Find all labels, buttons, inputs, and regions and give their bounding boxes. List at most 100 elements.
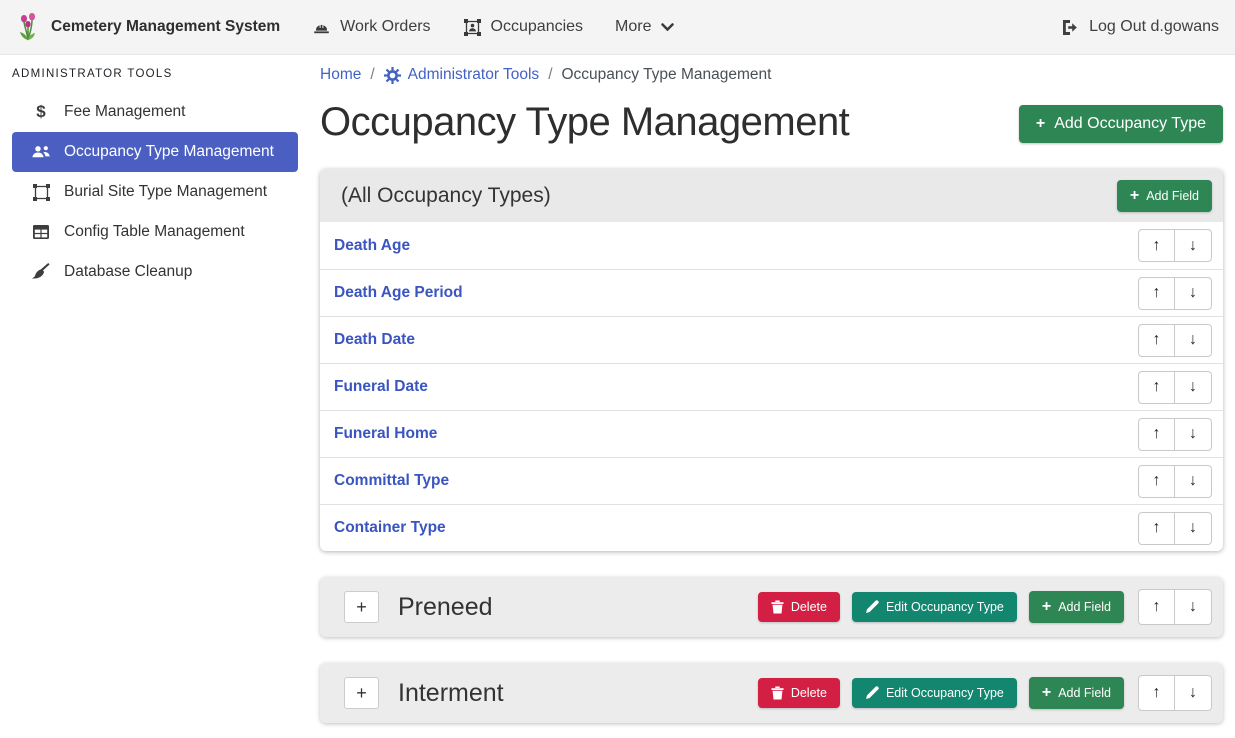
field-row: Funeral Date ↑ ↓ xyxy=(320,363,1223,410)
arrow-up-icon: ↑ xyxy=(1153,237,1161,255)
reorder-controls: ↑ ↓ xyxy=(1138,512,1212,545)
arrow-down-icon: ↓ xyxy=(1189,378,1197,396)
nav-item-work-orders[interactable]: Work Orders xyxy=(312,18,430,37)
main-content: Home / xyxy=(310,55,1235,738)
add-field-button-label: Add Field xyxy=(1058,600,1111,614)
delete-button[interactable]: Delete xyxy=(758,592,840,622)
move-up-button[interactable]: ↑ xyxy=(1138,589,1175,625)
move-down-button[interactable]: ↓ xyxy=(1175,418,1212,451)
move-up-button[interactable]: ↑ xyxy=(1138,512,1175,545)
expand-button[interactable]: + xyxy=(344,591,379,623)
field-row: Death Date ↑ ↓ xyxy=(320,316,1223,363)
field-link[interactable]: Funeral Home xyxy=(334,425,437,443)
reorder-controls: ↑ ↓ xyxy=(1138,675,1212,711)
app-brand[interactable]: Cemetery Management System xyxy=(16,12,280,42)
broom-icon xyxy=(30,263,52,281)
move-up-button[interactable]: ↑ xyxy=(1138,675,1175,711)
pencil-icon xyxy=(865,686,879,700)
sidebar-item-label: Fee Management xyxy=(64,103,186,121)
move-down-button[interactable]: ↓ xyxy=(1175,324,1212,357)
arrow-down-icon: ↓ xyxy=(1189,519,1197,537)
title-row: Occupancy Type Management + Add Occupanc… xyxy=(320,98,1223,146)
dollar-icon: $ xyxy=(30,102,52,122)
expand-button[interactable]: + xyxy=(344,677,379,709)
breadcrumb-admin-tools-link[interactable]: Administrator Tools xyxy=(384,66,540,84)
logout-button[interactable]: Log Out d.gowans xyxy=(1061,18,1219,36)
sections: + Preneed Delete Edit Occupancy Type + xyxy=(320,577,1223,723)
field-row: Container Type ↑ ↓ xyxy=(320,504,1223,551)
gear-icon xyxy=(384,67,401,84)
app-title: Cemetery Management System xyxy=(51,18,280,36)
reorder-controls: ↑ ↓ xyxy=(1138,589,1212,625)
edit-button-label: Edit Occupancy Type xyxy=(886,686,1004,700)
field-link[interactable]: Death Age Period xyxy=(334,284,463,302)
sidebar-item-database-cleanup[interactable]: Database Cleanup xyxy=(12,252,298,292)
move-down-button[interactable]: ↓ xyxy=(1175,589,1212,625)
sidebar-item-burial-site-type-management[interactable]: Burial Site Type Management xyxy=(12,172,298,212)
arrow-down-icon: ↓ xyxy=(1189,425,1197,443)
arrow-up-icon: ↑ xyxy=(1153,425,1161,443)
arrow-up-icon: ↑ xyxy=(1153,598,1161,616)
hard-hat-icon xyxy=(312,18,331,37)
move-up-button[interactable]: ↑ xyxy=(1138,229,1175,262)
move-up-button[interactable]: ↑ xyxy=(1138,418,1175,451)
move-up-button[interactable]: ↑ xyxy=(1138,324,1175,357)
move-down-button[interactable]: ↓ xyxy=(1175,229,1212,262)
add-field-button[interactable]: + Add Field xyxy=(1029,677,1124,709)
page-shell: ADMINISTRATOR TOOLS $ Fee Management Occ… xyxy=(0,55,1235,738)
sidebar-list: $ Fee Management Occupancy Type Manageme… xyxy=(0,92,310,292)
reorder-controls: ↑ ↓ xyxy=(1138,324,1212,357)
edit-occupancy-type-button[interactable]: Edit Occupancy Type xyxy=(852,678,1017,708)
move-up-button[interactable]: ↑ xyxy=(1138,465,1175,498)
nav-item-occupancies[interactable]: Occupancies xyxy=(463,18,584,37)
move-down-button[interactable]: ↓ xyxy=(1175,277,1212,310)
occupancy-section-bar: + Interment Delete Edit Occupancy Type + xyxy=(320,663,1223,723)
breadcrumb-current: Occupancy Type Management xyxy=(562,66,772,84)
field-rows: Death Age ↑ ↓ Death Age Period ↑ ↓ Death… xyxy=(320,222,1223,551)
field-link[interactable]: Death Age xyxy=(334,237,410,255)
sidebar-item-label: Occupancy Type Management xyxy=(64,143,274,161)
arrow-down-icon: ↓ xyxy=(1189,237,1197,255)
delete-button[interactable]: Delete xyxy=(758,678,840,708)
add-field-button[interactable]: + Add Field xyxy=(1117,180,1212,212)
field-link[interactable]: Committal Type xyxy=(334,472,449,490)
chevron-down-icon xyxy=(661,23,674,32)
edit-occupancy-type-button[interactable]: Edit Occupancy Type xyxy=(852,592,1017,622)
move-down-button[interactable]: ↓ xyxy=(1175,675,1212,711)
field-link[interactable]: Container Type xyxy=(334,519,446,537)
sidebar-item-label: Database Cleanup xyxy=(64,263,192,281)
reorder-controls: ↑ ↓ xyxy=(1138,418,1212,451)
logout-label: Log Out d.gowans xyxy=(1089,18,1219,36)
move-down-button[interactable]: ↓ xyxy=(1175,512,1212,545)
arrow-up-icon: ↑ xyxy=(1153,331,1161,349)
arrow-down-icon: ↓ xyxy=(1189,284,1197,302)
add-field-button-label: Add Field xyxy=(1058,686,1111,700)
move-up-button[interactable]: ↑ xyxy=(1138,371,1175,404)
add-field-label: Add Field xyxy=(1146,189,1199,203)
add-occupancy-type-button[interactable]: + Add Occupancy Type xyxy=(1019,105,1223,143)
nav-item-more[interactable]: More xyxy=(615,18,673,36)
field-link[interactable]: Death Date xyxy=(334,331,415,349)
sidebar-item-label: Burial Site Type Management xyxy=(64,183,267,201)
arrow-up-icon: ↑ xyxy=(1153,378,1161,396)
move-down-button[interactable]: ↓ xyxy=(1175,465,1212,498)
breadcrumb-home-label: Home xyxy=(320,66,361,84)
table-icon xyxy=(30,224,52,240)
breadcrumb-home-link[interactable]: Home xyxy=(320,66,361,84)
sidebar-item-config-table-management[interactable]: Config Table Management xyxy=(12,212,298,252)
field-row: Funeral Home ↑ ↓ xyxy=(320,410,1223,457)
users-icon xyxy=(30,144,52,160)
field-link[interactable]: Funeral Date xyxy=(334,378,428,396)
arrow-up-icon: ↑ xyxy=(1153,684,1161,702)
move-down-button[interactable]: ↓ xyxy=(1175,371,1212,404)
sidebar-item-occupancy-type-management[interactable]: Occupancy Type Management xyxy=(12,132,298,172)
delete-button-label: Delete xyxy=(791,686,827,700)
nav-item-label: Occupancies xyxy=(491,18,584,36)
plus-icon: + xyxy=(1036,116,1045,132)
move-up-button[interactable]: ↑ xyxy=(1138,277,1175,310)
add-field-button[interactable]: + Add Field xyxy=(1029,591,1124,623)
arrow-up-icon: ↑ xyxy=(1153,284,1161,302)
add-occupancy-type-label: Add Occupancy Type xyxy=(1054,115,1206,133)
sidebar-item-fee-management[interactable]: $ Fee Management xyxy=(12,92,298,132)
breadcrumb: Home / xyxy=(320,64,1223,84)
